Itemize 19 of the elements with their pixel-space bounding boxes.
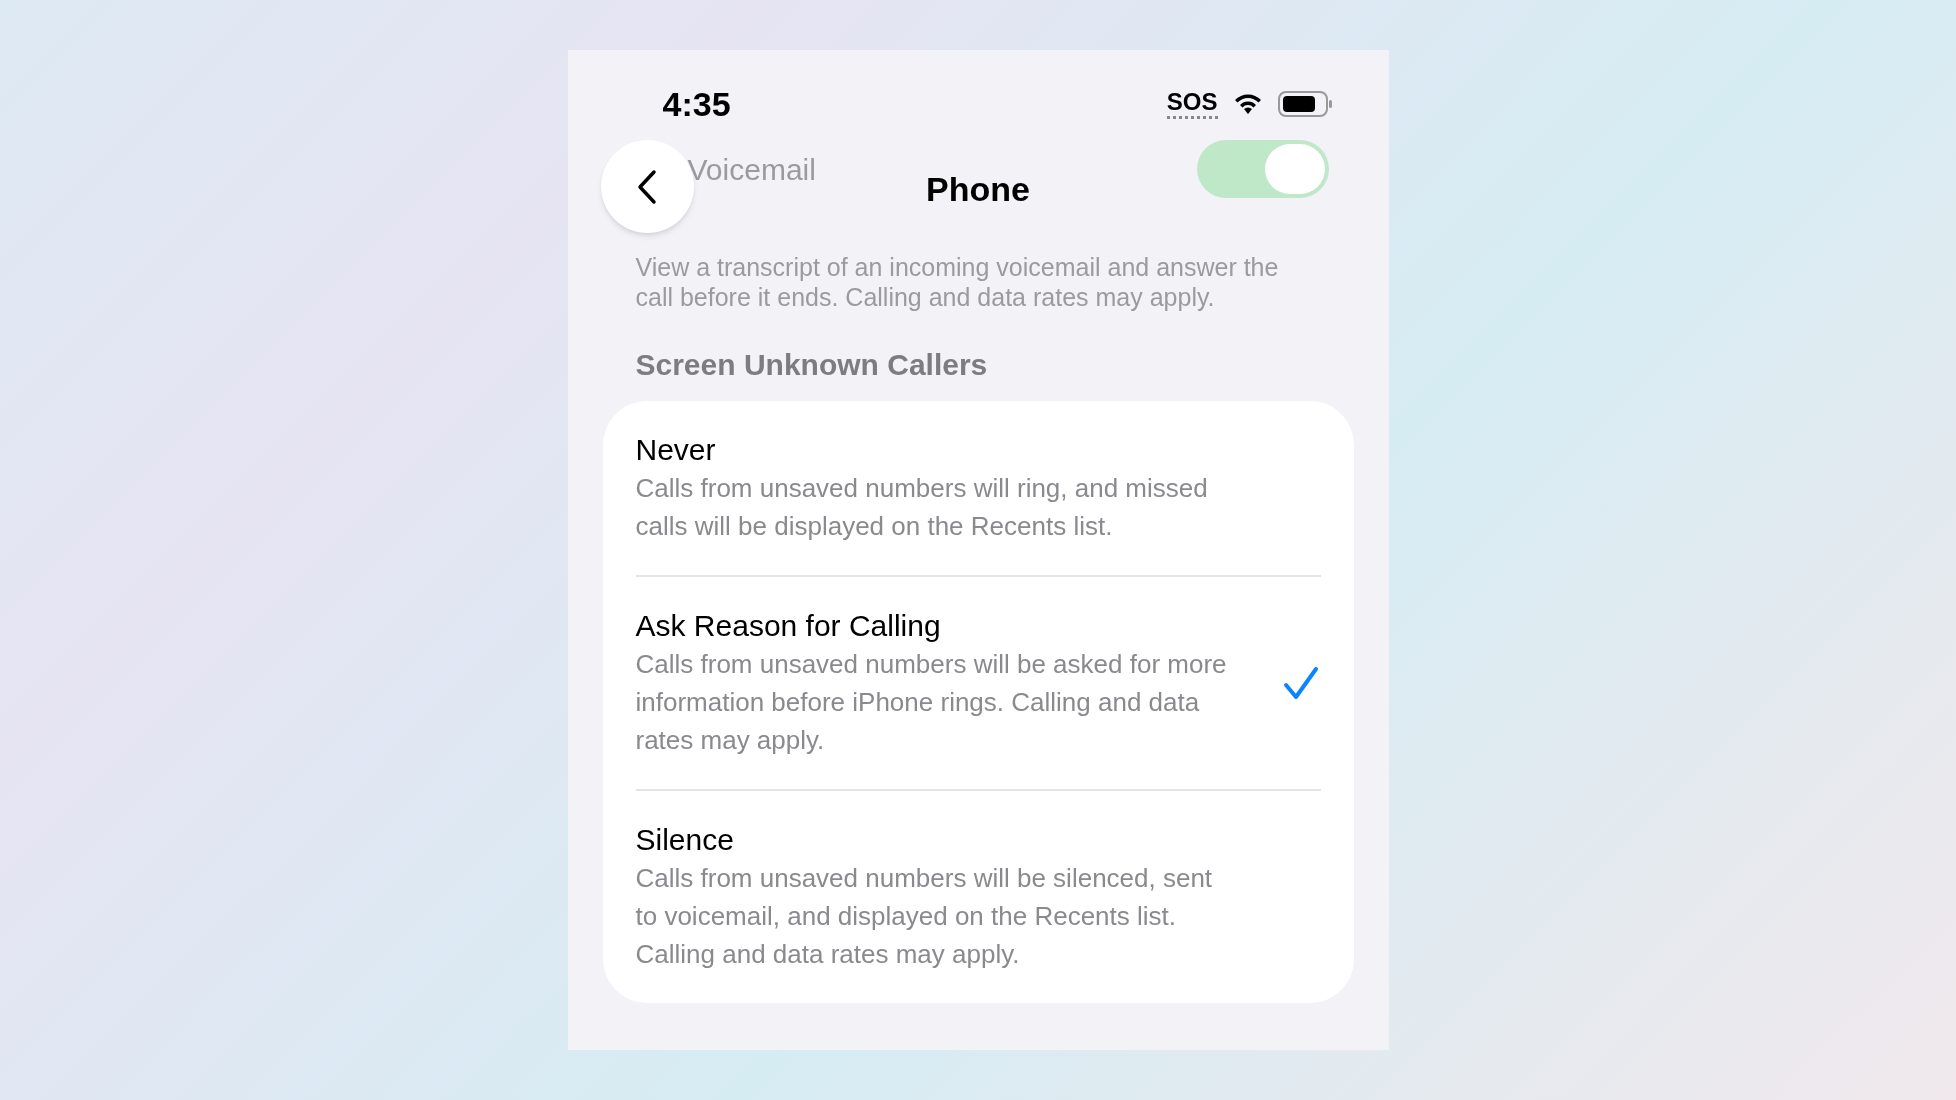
voicemail-label: Voicemail	[687, 151, 816, 188]
option-row[interactable]: Ask Reason for Calling Calls from unsaved numbers will be asked for more information before iPhone rings. Calling and data rates may apply.	[635, 577, 1321, 791]
option-row[interactable]: Silence Calls from unsaved numbers will be silenced, sent to voicemail, and displayed on the Recents list. Calling and data rates may apply.	[635, 791, 1321, 1003]
option-title: Never	[635, 432, 717, 468]
section-header: Screen Unknown Callers	[635, 347, 989, 383]
sos-indicator: SOS	[1166, 89, 1218, 119]
option-title: Ask Reason for Calling	[635, 608, 942, 644]
option-title: Silence	[635, 822, 735, 858]
option-description: Calls from unsaved numbers will be silenced, sent to voicemail, and displayed on the Recents list. Calling and data rates may apply.	[635, 862, 1214, 971]
option-description: Calls from unsaved numbers will ring, and missed calls will be displayed on the Recents list.	[635, 472, 1209, 543]
option-description: Calls from unsaved numbers will be asked for more information before iPhone rings. Calling and data rates may apply.	[635, 648, 1228, 757]
nav-title: Phone	[926, 168, 1030, 210]
chevron-left-icon	[636, 168, 658, 205]
option-row[interactable]: Never Calls from unsaved numbers will ring, and missed calls will be displayed on the Recents list.	[635, 401, 1321, 577]
toggle-switch[interactable]	[1196, 140, 1329, 198]
voicemail-description: View a transcript of an incoming voicemail and answer the call before it ends. Calling and data rates may apply.	[635, 252, 1280, 312]
checkmark-icon	[1282, 666, 1319, 700]
battery-icon	[1277, 90, 1334, 118]
status-time: 4:35	[662, 83, 731, 125]
